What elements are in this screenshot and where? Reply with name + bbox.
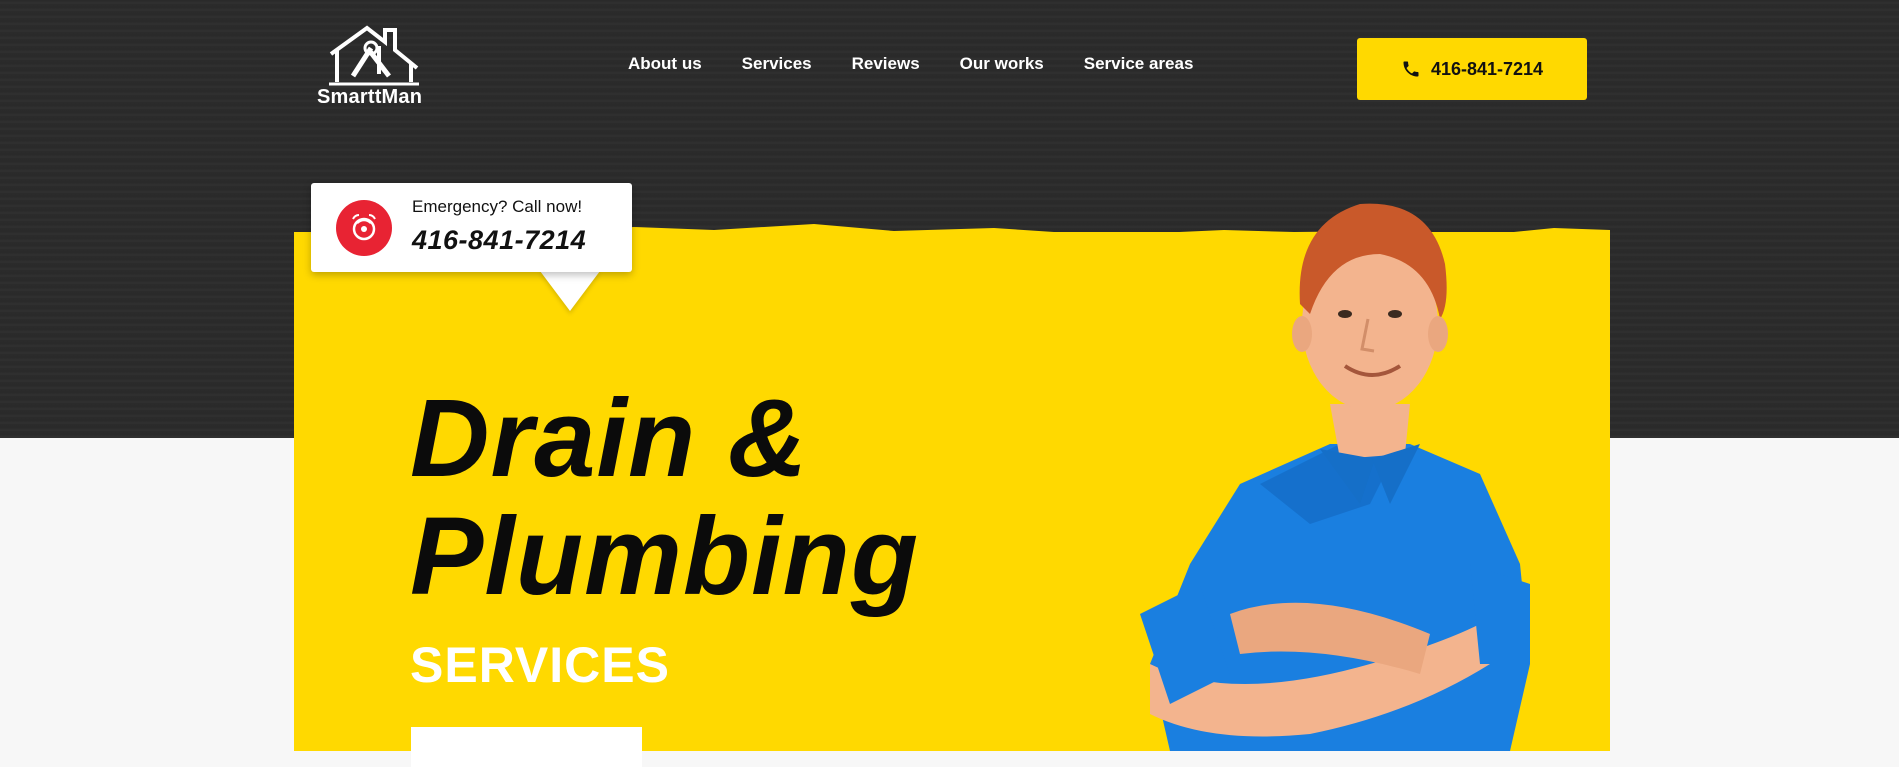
hero-title-line-2: Plumbing [410,495,920,618]
nav-item-service-areas[interactable]: Service areas [1084,54,1194,74]
header-call-phone: 416-841-7214 [1430,58,1544,79]
house-tools-logo-icon [329,25,419,86]
hero-title-line-1: Drain & [410,377,809,500]
main-nav: About us Services Reviews Our works Serv… [628,54,1193,74]
header-call-button[interactable]: 416-841-7214 [1357,38,1587,100]
phone-icon [1403,61,1419,77]
hero-subtitle: SERVICES [410,637,670,693]
nav-item-services[interactable]: Services [742,54,812,74]
alarm-icon [336,200,392,256]
hero-cta-button[interactable] [411,727,642,767]
plumber-photo [1140,203,1530,751]
nav-item-about-us[interactable]: About us [628,54,702,74]
site-logo[interactable]: SmarttMan [315,24,435,110]
hero-title: Drain & Plumbing [410,380,919,616]
nav-item-reviews[interactable]: Reviews [852,54,920,74]
logo-wordmark: SmarttMan [317,86,423,108]
nav-item-our-works[interactable]: Our works [960,54,1044,74]
emergency-label: Emergency? Call now! [412,197,583,216]
bubble-tail [540,271,600,311]
emergency-phone[interactable]: 416-841-7214 [412,225,586,256]
